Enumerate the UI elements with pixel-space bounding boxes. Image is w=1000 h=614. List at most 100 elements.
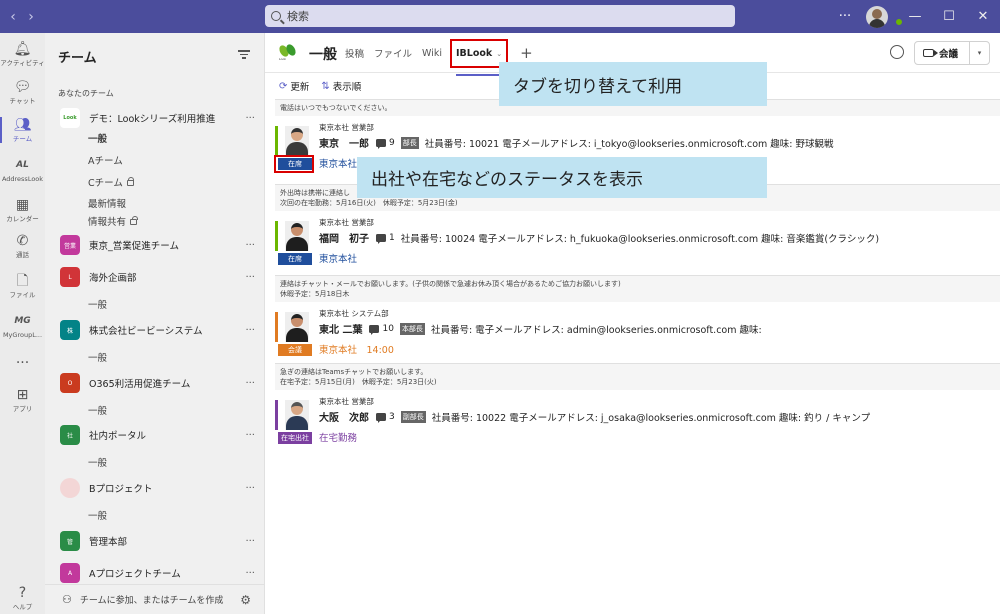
status-badge[interactable]: 在席: [278, 253, 312, 265]
section-label: あなたのチーム: [58, 89, 114, 98]
more-options-icon[interactable]: ···: [237, 430, 255, 441]
more-options-icon[interactable]: ···: [237, 536, 255, 547]
meet-button[interactable]: 会議 ▾: [914, 41, 990, 65]
member-name[interactable]: 東北 二葉: [319, 321, 362, 336]
rail-item-0[interactable]: 🔔︎ アクティビティ: [0, 41, 45, 68]
minimize-icon[interactable]: —: [898, 9, 932, 24]
rail-item-2[interactable]: 👥︎ チーム: [0, 117, 45, 144]
member-department: 東京本社 営業部: [319, 397, 374, 406]
nav-buttons: ‹ ›: [0, 9, 40, 25]
more-options-icon[interactable]: ···: [237, 483, 255, 494]
tab-1[interactable]: ファイル: [374, 46, 412, 60]
channel-item[interactable]: 最新情報: [88, 196, 126, 210]
search-input[interactable]: 検索: [265, 5, 735, 27]
rail-item-5[interactable]: ✆ 通話: [0, 233, 45, 260]
team-item[interactable]: 社社内ポータル ···: [60, 424, 255, 446]
conversation-icon[interactable]: [890, 45, 904, 59]
team-avatar: A: [60, 563, 80, 583]
more-options-icon[interactable]: ···: [237, 240, 255, 251]
chat-bubble-icon[interactable]: [376, 233, 386, 244]
more-options-icon[interactable]: ···: [237, 568, 255, 579]
channel-item[interactable]: 一般: [88, 131, 107, 145]
close-icon[interactable]: ✕: [966, 9, 1000, 24]
team-item[interactable]: 管管理本部 ···: [60, 530, 255, 552]
member-name[interactable]: 福岡 初子: [319, 230, 369, 245]
status-badge[interactable]: 在宅出社: [278, 432, 312, 444]
maximize-icon[interactable]: ☐: [932, 9, 966, 24]
chat-bubble-icon[interactable]: [376, 412, 386, 423]
chevron-down-icon[interactable]: ⌄: [496, 50, 502, 58]
team-item[interactable]: 株株式会社ビービーシステム ···: [60, 319, 255, 341]
chat-bubble-icon[interactable]: [369, 324, 380, 335]
member-card: 急ぎの連絡はTeamsチャットでお願いします。 在宅予定：5月15日(月) 休暇予…: [275, 363, 1000, 453]
channel-item[interactable]: 一般: [88, 508, 107, 522]
filter-icon[interactable]: [238, 50, 250, 59]
team-item[interactable]: 営業 東京_営業促進チーム ···: [60, 234, 255, 256]
tab-2[interactable]: Wiki: [422, 48, 442, 59]
tab-0[interactable]: 投稿: [345, 46, 364, 60]
more-options-icon[interactable]: ···: [830, 9, 860, 24]
status-message-line: 連絡はチャット・メールでお願いします。(子供の関係で急遽お休み頂く場合があるため…: [280, 280, 621, 288]
team-item[interactable]: L 海外企画部 ···: [60, 266, 255, 288]
channel-item[interactable]: 一般: [88, 403, 107, 417]
sort-button[interactable]: ⇅ 表示順: [321, 79, 361, 94]
channel-item[interactable]: Aチーム: [88, 153, 123, 167]
rail-item-3[interactable]: AL AddressLook: [0, 157, 45, 184]
member-details: 社員番号: 電子メールアドレス: admin@lookseries.onmicr…: [430, 324, 762, 336]
presence-bar: [275, 400, 278, 430]
channel-label: 一般: [88, 300, 108, 311]
video-camera-icon: [923, 49, 938, 57]
team-name: 株式会社ビービーシステム: [89, 326, 203, 337]
status-message: 急ぎの連絡はTeamsチャットでお願いします。 在宅予定：5月15日(月) 休暇予…: [275, 364, 1000, 390]
add-tab-icon[interactable]: +: [520, 44, 533, 62]
rail-item-4[interactable]: ▦ カレンダー: [0, 197, 45, 224]
channel-item[interactable]: 一般: [88, 350, 107, 364]
chevron-down-icon[interactable]: ▾: [969, 41, 989, 65]
rail-item-6[interactable]: 🗋 ファイル: [0, 273, 45, 300]
team-avatar: 株: [60, 320, 80, 340]
channel-item[interactable]: 情報共有: [88, 214, 138, 228]
chat-bubble-icon[interactable]: [376, 138, 386, 149]
rail-item-10[interactable]: ? ヘルプ: [0, 585, 45, 612]
channel-item[interactable]: 一般: [88, 455, 107, 469]
forward-icon[interactable]: ›: [28, 9, 34, 25]
role-badge: 本部長: [399, 322, 425, 335]
member-name[interactable]: 大阪 次郎: [319, 409, 369, 424]
team-item[interactable]: A Aプロジェクトチーム ···: [60, 562, 255, 584]
app-rail: 🔔︎ アクティビティ 💬︎ チャット 👥︎ チーム AL AddressLook ▦ カレンダー ✆…: [0, 33, 45, 614]
member-photo[interactable]: [285, 126, 309, 156]
rail-label: ファイル: [9, 291, 36, 299]
rail-item-9[interactable]: ⊞ アプリ: [0, 387, 45, 414]
member-photo[interactable]: [285, 400, 309, 430]
join-create-team[interactable]: ⚇ チームに参加、またはチームを作成 ⚙: [45, 584, 265, 614]
channel-item[interactable]: 一般: [88, 297, 107, 311]
calendar-icon: ▦: [15, 197, 30, 213]
team-item[interactable]: Bプロジェクト ···: [60, 477, 255, 499]
more-options-icon[interactable]: ···: [237, 378, 255, 389]
status-badge[interactable]: 会議: [278, 344, 312, 356]
help-icon: ?: [18, 585, 27, 601]
team-item[interactable]: Look デモ：Lookシリーズ利用推進 ···: [60, 107, 255, 129]
member-photo[interactable]: [285, 221, 309, 251]
panel-title: チーム: [58, 51, 97, 66]
addresslook-icon: AL: [16, 160, 29, 170]
rail-item-7[interactable]: MG MyGroupL...: [0, 313, 45, 340]
team-item[interactable]: O O365利活用促進チーム ···: [60, 372, 255, 394]
refresh-button[interactable]: ⟳ 更新: [279, 79, 309, 94]
lock-icon: [130, 216, 138, 225]
user-avatar[interactable]: [866, 5, 888, 28]
more-options-icon[interactable]: ···: [237, 325, 255, 336]
member-name[interactable]: 東京 一郎: [319, 135, 369, 150]
teams-icon: 👥︎: [13, 117, 32, 133]
back-icon[interactable]: ‹: [10, 9, 16, 25]
member-details: 社員番号: 10022 電子メールアドレス: j_osaka@lookserie…: [431, 412, 871, 424]
more-options-icon[interactable]: ···: [237, 113, 255, 124]
rail-label: MyGroupL...: [2, 331, 43, 339]
gear-icon[interactable]: ⚙: [240, 593, 251, 607]
chat-icon: 💬︎: [13, 79, 32, 95]
more-options-icon[interactable]: ···: [237, 272, 255, 283]
channel-item[interactable]: Cチーム: [88, 175, 135, 189]
rail-item-1[interactable]: 💬︎ チャット: [0, 79, 45, 106]
member-photo[interactable]: [285, 312, 309, 342]
rail-item-8[interactable]: ···: [0, 355, 45, 373]
